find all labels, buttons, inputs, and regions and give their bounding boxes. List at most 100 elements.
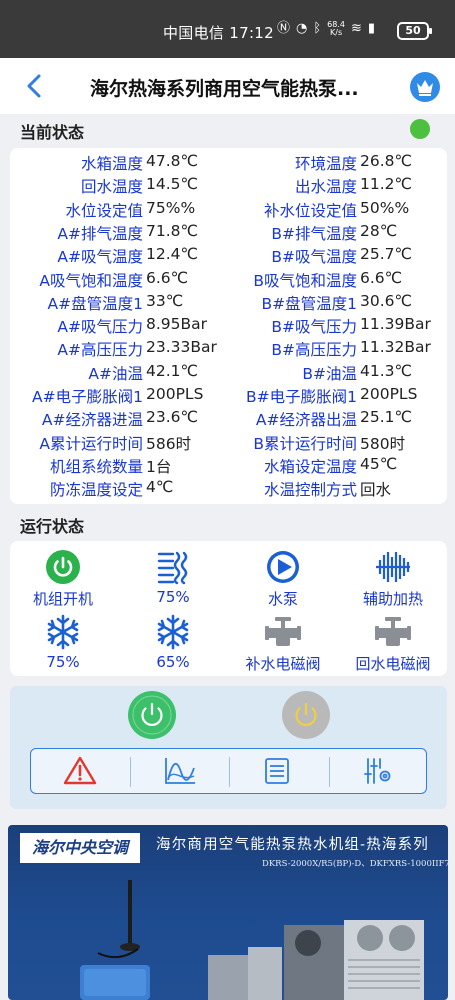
status-value: 33℃ [146,291,184,310]
run-item-return-valve: 回水电磁阀 [343,614,443,674]
status-label: A#电子膨胀阀1 [32,388,143,406]
product-banner[interactable]: 海尔中央空调 海尔商用空气能热泵热水机组-热海系列 DKRS-2000X/R5(… [8,825,448,1000]
snowflake-icon [157,614,189,650]
alarm-button[interactable] [63,756,97,786]
current-status-card: 水箱温度 47.8℃ 环境温度 26.8℃ 回水温度 14.5℃ 出水温度 11.2℃ 水位设定… [10,148,447,504]
status-value: 28℃ [360,221,398,240]
status-value: 41.3℃ [360,361,412,380]
run-item-label: 水泵 [267,590,298,608]
wifi-icon: ≋ [350,21,362,36]
status-value: 11.2℃ [360,175,412,194]
status-value: 11.32Bar [360,338,431,357]
power-icon [295,702,317,727]
curve-chart-icon [165,758,195,784]
status-value: 12.4℃ [146,245,198,264]
status-value: 580时 [360,434,406,453]
run-item-label: 回水电磁阀 [355,655,431,673]
status-row: A#经济器进温 23.6℃ A#经济器出温 25.1℃ [10,408,447,431]
run-item-label: 机组开机 [32,590,93,608]
status-label: B#油温 [302,364,357,383]
status-row: A#油温 42.1℃ B#油温 41.3℃ [10,362,447,385]
signal-icon: ▮ [367,21,376,36]
status-row: A#电子膨胀阀1 200PLS B#电子膨胀阀1 200PLS [10,385,447,408]
status-label: 回水温度 [80,178,143,197]
status-value: 200PLS [146,385,204,403]
status-label: A#盘管温度1 [47,294,143,313]
status-label: 水箱设定温度 [263,457,357,476]
settings-button[interactable] [361,756,395,786]
status-value: 8.95Bar [146,315,208,334]
status-label: B累计运行时间 [253,434,357,453]
product-illustration [80,880,424,1000]
page-title: 海尔热海系列商用空气能热泵... [90,78,359,100]
status-value: 25.1℃ [360,408,412,427]
status-row: 机组系统数量 1台 水箱设定温度 45℃ [10,455,447,478]
status-label: A#高压压力 [57,341,143,360]
valve-icon [375,617,411,646]
status-value: 4℃ [146,478,174,497]
status-label: A#排气温度 [57,224,143,243]
status-value: 75%% [146,198,196,217]
status-value: 26.8℃ [360,152,412,170]
status-row: 防冻温度设定 4℃ 水温控制方式 回水 [10,478,447,501]
fan-speed-icon [157,551,188,585]
nfc-icon: Ⓝ [277,21,291,36]
status-icons: Ⓝ ◔ ᛒ 68.4 K/s ≋ ▮ [277,21,375,37]
toolbar-divider [329,757,330,787]
status-value: 42.1℃ [146,361,198,380]
power-off-button[interactable] [282,691,330,739]
status-value: 14.5℃ [146,175,198,194]
status-row: A吸气饱和温度 6.6℃ B吸气饱和温度 6.6℃ [10,269,447,292]
bluetooth-icon: ᛒ [313,21,322,36]
settings-icon [364,758,391,784]
system-status-bar: 中国电信 17:12 Ⓝ ◔ ᛒ 68.4 K/s ≋ ▮ 50 [0,0,455,58]
alarm-clock-icon: ◔ [296,21,308,36]
list-icon [265,758,289,784]
run-item-aux-heater: 辅助加热 [343,549,443,609]
status-label: B#吸气压力 [271,318,357,337]
status-label: A#经济器进温 [41,411,143,430]
status-label: B吸气饱和温度 [253,271,357,290]
status-label: A#吸气压力 [57,318,143,337]
status-label: B#高压压力 [271,341,357,360]
parameters-list-button[interactable] [260,756,294,786]
status-value: 586时 [146,434,192,453]
status-label: 水箱温度 [80,155,143,173]
curve-button[interactable] [163,756,197,786]
run-item-defrost-b: 65% [123,614,223,671]
app-header: 海尔热海系列商用空气能热泵... [0,58,455,114]
alarm-icon [63,756,97,785]
status-label: B#电子膨胀阀1 [246,388,357,406]
status-label: B#吸气温度 [271,248,357,267]
run-item-fan: 75% [123,549,223,606]
status-row: A累计运行时间 586时 B累计运行时间 580时 [10,432,447,455]
status-value: 25.7℃ [360,245,412,264]
status-label: 出水温度 [294,178,357,197]
power-on-button[interactable] [128,691,176,739]
battery-icon: 50 [397,22,432,40]
pump-icon [267,551,299,583]
status-row: A#排气温度 71.8℃ B#排气温度 28℃ [10,222,447,245]
status-row: A#吸气温度 12.4℃ B#吸气温度 25.7℃ [10,245,447,268]
run-item-makeup-valve: 补水电磁阀 [233,614,333,674]
power-icon [46,550,80,584]
run-item-label: 75% [156,588,190,606]
status-label: 水位设定值 [65,201,143,220]
online-status-indicator [410,119,430,139]
vip-button[interactable] [410,72,440,102]
status-value: 71.8℃ [146,221,198,240]
status-label: 防冻温度设定 [49,481,143,500]
status-label: A#经济器出温 [255,411,357,430]
run-item-pump: 水泵 [233,549,333,609]
back-button[interactable] [22,72,48,100]
carrier-time-text: 中国电信 17:12 [163,24,274,42]
status-value: 23.6℃ [146,408,198,427]
function-toolbar [30,748,427,794]
run-item-unit-power: 机组开机 [13,549,113,609]
status-label: 环境温度 [294,155,357,173]
valve-icon [265,617,301,646]
run-status-title: 运行状态 [20,517,85,536]
status-row: A#盘管温度1 33℃ B#盘管温度1 30.6℃ [10,292,447,315]
snowflake-icon [47,614,79,650]
status-value: 50%% [360,198,410,217]
